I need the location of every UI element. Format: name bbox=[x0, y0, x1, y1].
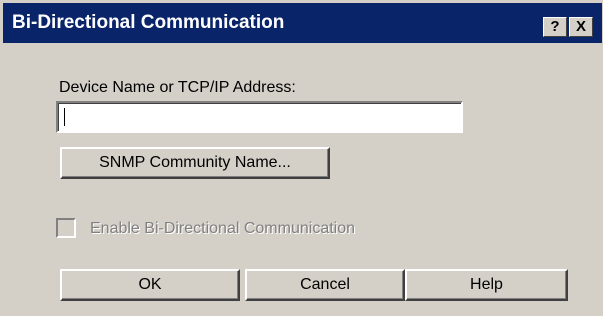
text-caret bbox=[64, 108, 65, 126]
dialog-title: Bi-Directional Communication bbox=[12, 12, 285, 33]
close-icon[interactable]: X bbox=[569, 17, 593, 37]
cancel-button[interactable]: Cancel bbox=[245, 269, 405, 301]
snmp-community-name-button[interactable]: SNMP Community Name... bbox=[60, 147, 330, 179]
device-field-label: Device Name or TCP/IP Address: bbox=[59, 79, 296, 96]
ok-button[interactable]: OK bbox=[60, 269, 240, 301]
bi-directional-dialog: Bi-Directional Communication ? X Device … bbox=[0, 0, 603, 316]
title-bar: Bi-Directional Communication ? X bbox=[3, 3, 602, 43]
enable-bidirectional-label: Enable Bi-Directional Communication bbox=[90, 220, 356, 237]
device-name-input[interactable] bbox=[56, 101, 463, 133]
help-icon[interactable]: ? bbox=[543, 17, 567, 37]
help-button[interactable]: Help bbox=[405, 269, 568, 301]
enable-bidirectional-checkbox[interactable] bbox=[56, 218, 76, 238]
